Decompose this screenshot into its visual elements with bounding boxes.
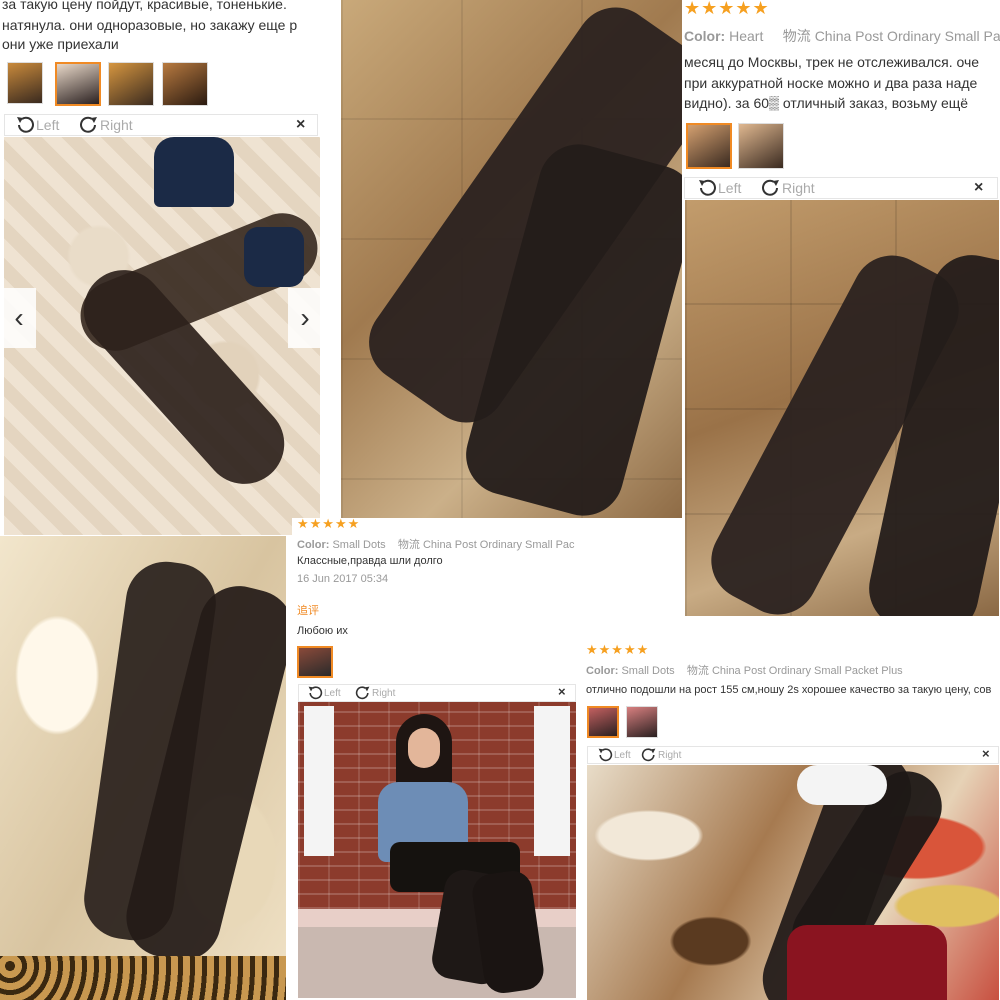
shipping-value: China Post Ordinary Small Pa bbox=[814, 28, 1000, 44]
shipping-value: China Post Ordinary Small Pac bbox=[422, 539, 575, 551]
product-attributes: Color: Small Dots 物流 China Post Ordinary… bbox=[586, 662, 903, 678]
review-panel-top-right: ★★★★★ Color: Heart 物流 China Post Ordinar… bbox=[682, 0, 1000, 620]
rotate-right-label: Right bbox=[658, 749, 682, 761]
window-frame bbox=[304, 706, 334, 856]
rotate-left-button[interactable]: Left bbox=[306, 684, 341, 702]
photo-thumbnail-selected[interactable] bbox=[297, 646, 333, 678]
shoe bbox=[154, 137, 234, 207]
color-label: Color: bbox=[684, 28, 726, 44]
review-photo bbox=[0, 536, 286, 1000]
rotate-right-icon bbox=[641, 748, 656, 762]
review-panel-top-left: за такую цену пойдут, красивые, тоненьки… bbox=[0, 0, 322, 536]
product-attributes: Color: Small Dots 物流 China Post Ordinary… bbox=[297, 536, 575, 552]
review-text-line-3: видно). за 60▒ отличный заказ, возьму ещ… bbox=[684, 95, 969, 111]
rotate-right-icon bbox=[355, 686, 370, 700]
product-attributes: Color: Heart 物流 China Post Ordinary Smal… bbox=[684, 26, 1000, 46]
white-towel bbox=[797, 765, 887, 805]
followup-label: 追评 bbox=[297, 605, 319, 617]
review-photo bbox=[341, 0, 682, 518]
color-label: Color: bbox=[297, 539, 330, 551]
rotate-left-icon bbox=[308, 686, 323, 700]
rotate-right-label: Right bbox=[100, 117, 133, 133]
leopard-skirt bbox=[0, 956, 286, 1000]
rotate-left-label: Left bbox=[718, 180, 742, 196]
rotate-right-button[interactable]: Right bbox=[640, 746, 681, 764]
red-skirt bbox=[787, 925, 947, 1000]
shipping-label: 物流 bbox=[686, 665, 709, 677]
rotate-left-button[interactable]: Left bbox=[696, 177, 741, 199]
rotate-left-label: Left bbox=[36, 117, 60, 133]
rating-stars: ★★★★★ bbox=[297, 518, 361, 531]
review-panel-middle: ★★★★★ Color: Small Dots 物流 China Post Or… bbox=[292, 518, 580, 1000]
close-viewer-button[interactable]: × bbox=[296, 116, 305, 134]
photo-thumbnail[interactable] bbox=[738, 123, 784, 169]
rotate-left-button[interactable]: Left bbox=[596, 746, 631, 764]
color-value: Small Dots bbox=[332, 539, 386, 551]
review-text-line-1: месяц до Москвы, трек не отслеживался. о… bbox=[684, 54, 980, 70]
review-photo bbox=[298, 702, 576, 998]
rotate-right-button[interactable]: Right bbox=[78, 114, 133, 136]
shipping-value: China Post Ordinary Small Packet Plus bbox=[711, 665, 903, 677]
rotate-right-label: Right bbox=[372, 687, 396, 699]
photo-thumbnail[interactable] bbox=[162, 62, 208, 106]
review-text: отлично подошли на рост 155 см,ношу 2s х… bbox=[586, 684, 992, 696]
shoe bbox=[244, 227, 304, 287]
review-text: Классные,правда шли долго bbox=[297, 555, 443, 567]
review-text-line-3: они уже приехали bbox=[2, 36, 119, 52]
prev-photo-button[interactable]: ‹ bbox=[2, 288, 36, 348]
rotate-right-icon bbox=[762, 179, 779, 196]
photo-thumbnail[interactable] bbox=[7, 62, 43, 104]
rotate-right-button[interactable]: Right bbox=[760, 177, 815, 199]
rotate-left-label: Left bbox=[324, 687, 341, 699]
close-viewer-button[interactable]: × bbox=[558, 684, 566, 699]
photo-thumbnail[interactable] bbox=[108, 62, 154, 106]
rotate-right-label: Right bbox=[782, 180, 815, 196]
photo-thumbnail[interactable] bbox=[626, 706, 658, 738]
rotate-left-icon bbox=[17, 116, 34, 133]
color-value: Small Dots bbox=[621, 665, 675, 677]
close-viewer-button[interactable]: × bbox=[982, 746, 990, 761]
color-value: Heart bbox=[729, 28, 764, 44]
next-photo-button[interactable]: › bbox=[288, 288, 322, 348]
rating-stars: ★★★★★ bbox=[586, 642, 650, 657]
rotate-right-button[interactable]: Right bbox=[354, 684, 395, 702]
followup-text: Любою их bbox=[297, 625, 348, 637]
rotate-left-icon bbox=[598, 748, 613, 762]
review-text-line-2: натянула. они одноразовые, но закажу еще… bbox=[2, 17, 298, 33]
review-text-line-2: при аккуратной носке можно и два раза на… bbox=[684, 75, 978, 91]
review-text-line-1: за такую цену пойдут, красивые, тоненьки… bbox=[2, 0, 287, 12]
close-viewer-button[interactable]: × bbox=[974, 179, 983, 197]
review-date: 16 Jun 2017 05:34 bbox=[297, 573, 389, 585]
rating-stars: ★★★★★ bbox=[684, 0, 770, 18]
review-photo bbox=[4, 137, 320, 535]
color-label: Color: bbox=[586, 665, 619, 677]
window-frame bbox=[534, 706, 570, 856]
rotate-left-label: Left bbox=[614, 749, 631, 761]
review-photo bbox=[685, 200, 999, 616]
review-photo bbox=[587, 765, 999, 1000]
rotate-left-button[interactable]: Left bbox=[14, 114, 59, 136]
photo-thumbnail-selected[interactable] bbox=[587, 706, 619, 738]
photo-thumbnail-selected[interactable] bbox=[686, 123, 732, 169]
chevron-left-icon: ‹ bbox=[14, 302, 24, 333]
photo-thumbnail-selected[interactable] bbox=[55, 62, 101, 106]
person-face bbox=[408, 728, 440, 768]
review-panel-bottom-right: ★★★★★ Color: Small Dots 物流 China Post Or… bbox=[584, 640, 1000, 1000]
shipping-label: 物流 bbox=[782, 28, 811, 44]
shipping-label: 物流 bbox=[397, 539, 420, 551]
rotate-left-icon bbox=[699, 179, 716, 196]
rotate-right-icon bbox=[80, 116, 97, 133]
chevron-right-icon: › bbox=[300, 302, 310, 333]
